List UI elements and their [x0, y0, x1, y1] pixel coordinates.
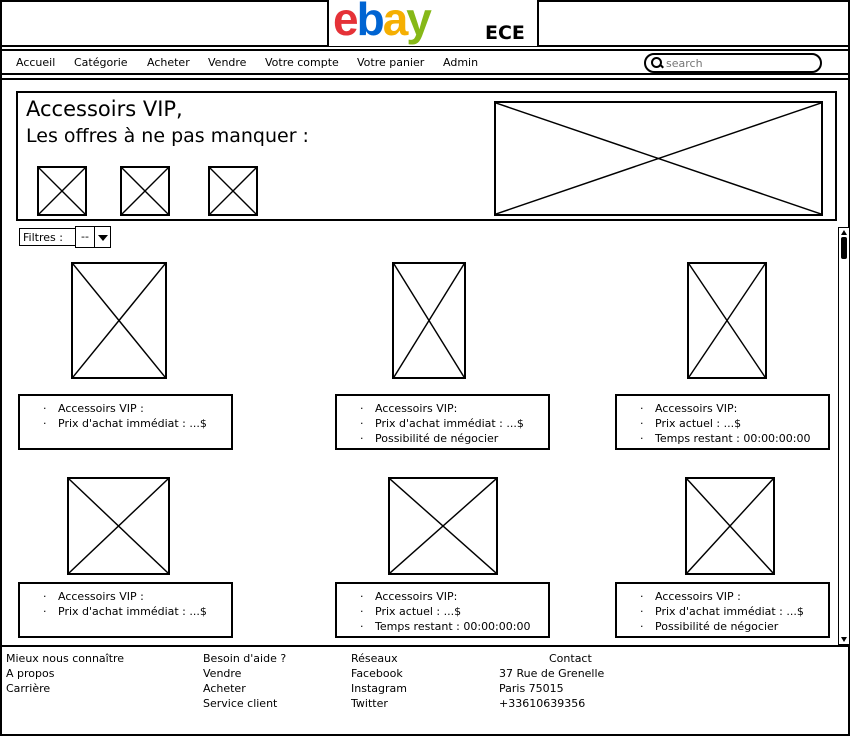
footer-link[interactable]: Service client [203, 697, 277, 711]
footer [0, 645, 850, 736]
nav-admin[interactable]: Admin [443, 56, 478, 70]
contact-phone[interactable]: +33610639356 [499, 697, 585, 711]
product-line: Prix actuel : ...$ [617, 416, 828, 431]
product-line: Prix d'achat immédiat : ...$ [617, 604, 828, 619]
hero-title-line2: Les offres à ne pas manquer : [26, 125, 309, 147]
footer-link-facebook[interactable]: Facebook [351, 667, 403, 681]
nav-votre-compte[interactable]: Votre compte [265, 56, 339, 70]
product-card-5[interactable]: Accessoirs VIP:Prix actuel : ...$Temps r… [335, 582, 550, 638]
hero-title-line1: Accessoirs VIP, [26, 97, 183, 121]
product-card-6[interactable]: Accessoirs VIP :Prix d'achat immédiat : … [615, 582, 830, 638]
product-line: Accessoirs VIP: [337, 401, 548, 416]
product-card-3[interactable]: Accessoirs VIP:Prix actuel : ...$Temps r… [615, 394, 830, 450]
nav-accueil[interactable]: Accueil [16, 56, 55, 70]
footer-link[interactable]: A propos [6, 667, 54, 681]
footer-link-instagram[interactable]: Instagram [351, 682, 407, 696]
product-image-3[interactable] [687, 262, 767, 379]
scroll-thumb[interactable] [841, 237, 847, 259]
product-image-6[interactable] [685, 477, 775, 575]
hero-image[interactable] [494, 101, 823, 216]
product-line: Temps restant : 00:00:00:00 [337, 619, 548, 634]
product-card-2[interactable]: Accessoirs VIP:Prix d'achat immédiat : .… [335, 394, 550, 450]
product-line: Accessoirs VIP : [20, 589, 231, 604]
footer-link[interactable]: Acheter [203, 682, 246, 696]
product-card-1[interactable]: Accessoirs VIP :Prix d'achat immédiat : … [18, 394, 233, 450]
footer-link-twitter[interactable]: Twitter [351, 697, 388, 711]
nav-vendre[interactable]: Vendre [208, 56, 246, 70]
scroll-down-icon[interactable] [841, 637, 847, 642]
logo-box: ebay ECE [327, 0, 539, 46]
product-line: Possibilité de négocier [617, 619, 828, 634]
product-line: Accessoirs VIP: [617, 401, 828, 416]
product-line: Prix d'achat immédiat : ...$ [20, 604, 231, 619]
product-image-1[interactable] [71, 262, 167, 379]
product-card-4[interactable]: Accessoirs VIP :Prix d'achat immédiat : … [18, 582, 233, 638]
footer-col4-title: Contact [549, 652, 592, 665]
search-box[interactable] [644, 53, 822, 73]
product-line: Accessoirs VIP : [617, 589, 828, 604]
footer-col2-title[interactable]: Besoin d'aide ? [203, 652, 286, 666]
footer-col3-title: Réseaux [351, 652, 398, 665]
product-image-4[interactable] [67, 477, 170, 575]
scrollbar[interactable] [838, 227, 850, 645]
filters-dropdown-button[interactable] [94, 226, 111, 248]
hero-thumb-1[interactable] [37, 166, 87, 216]
contact-city: Paris 75015 [499, 682, 564, 695]
hero-thumb-2[interactable] [120, 166, 170, 216]
product-line: Accessoirs VIP: [337, 589, 548, 604]
hero-thumb-3[interactable] [208, 166, 258, 216]
product-line: Possibilité de négocier [337, 431, 548, 446]
nav-categorie[interactable]: Catégorie [74, 56, 128, 70]
product-image-2[interactable] [392, 262, 466, 379]
product-line: Prix d'achat immédiat : ...$ [337, 416, 548, 431]
brand-suffix: ECE [485, 22, 525, 44]
nav-votre-panier[interactable]: Votre panier [357, 56, 424, 70]
filters-select-value[interactable]: -- [75, 226, 95, 248]
filters-label: Filtres : [19, 228, 76, 246]
search-input[interactable] [666, 55, 816, 71]
scroll-up-icon[interactable] [841, 230, 847, 235]
footer-link[interactable]: Carrière [6, 682, 50, 696]
product-line: Temps restant : 00:00:00:00 [617, 431, 828, 446]
product-line: Accessoirs VIP : [20, 401, 231, 416]
product-line: Prix actuel : ...$ [337, 604, 548, 619]
footer-col1-title[interactable]: Mieux nous connaître [6, 652, 124, 666]
contact-address: 37 Rue de Grenelle [499, 667, 605, 680]
chevron-down-icon [98, 235, 108, 241]
product-image-5[interactable] [388, 477, 498, 575]
product-line: Prix d'achat immédiat : ...$ [20, 416, 231, 431]
ebay-logo[interactable]: ebay [333, 0, 432, 46]
footer-link[interactable]: Vendre [203, 667, 241, 681]
nav-acheter[interactable]: Acheter [147, 56, 190, 70]
search-icon-handle [659, 63, 664, 69]
